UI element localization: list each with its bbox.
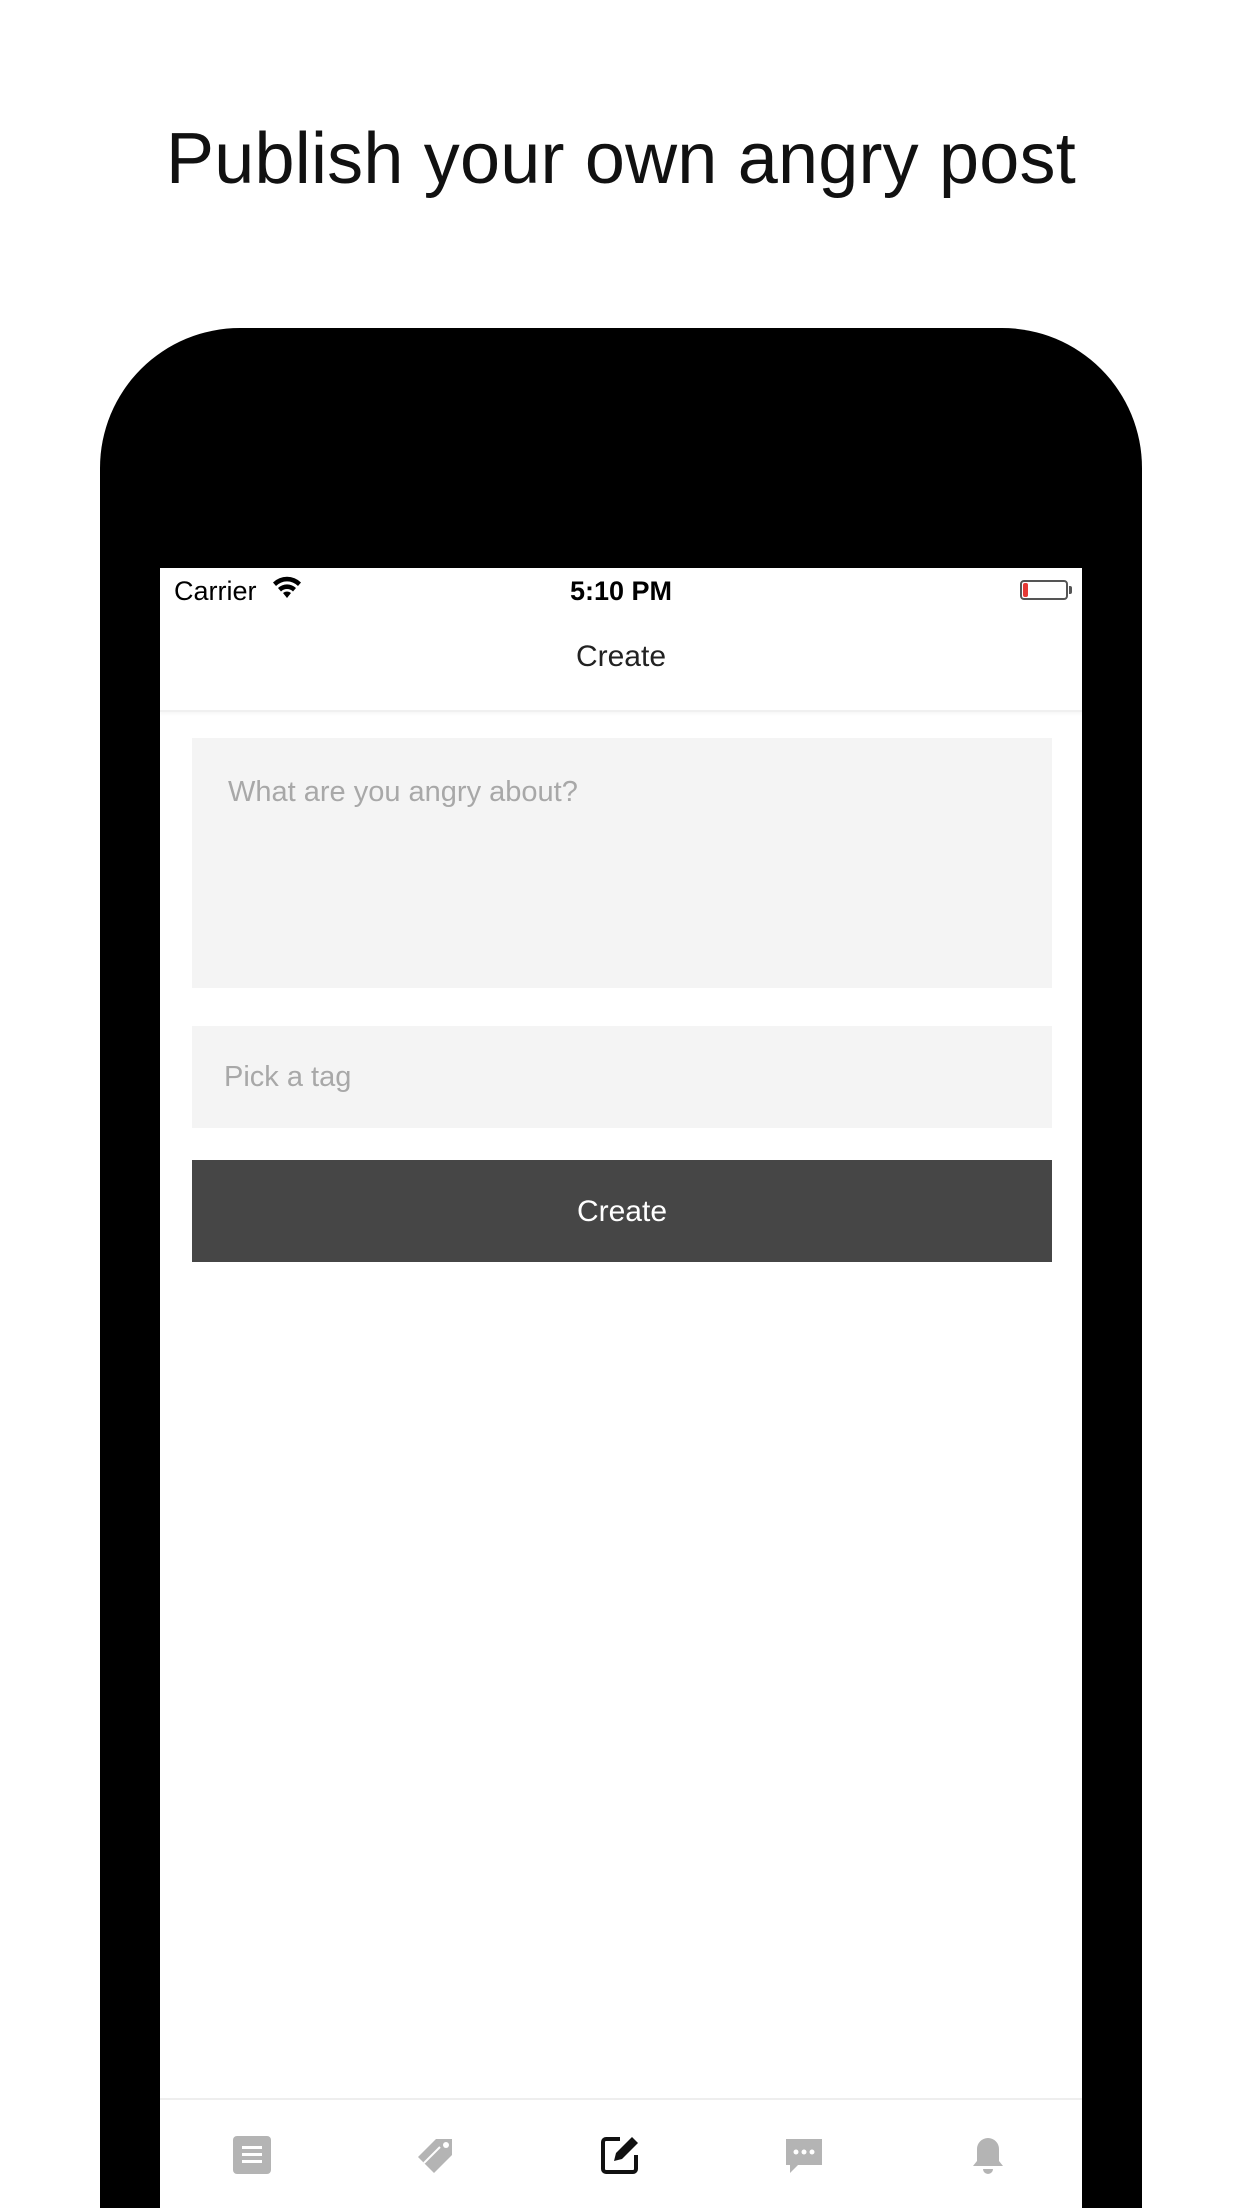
notifications-bell-icon — [973, 2138, 1003, 2174]
tab-create[interactable] — [528, 2100, 712, 2208]
battery-level — [1023, 583, 1028, 597]
phone-screen: Carrier 5:10 PM Create Pick a tag Create — [160, 568, 1082, 2208]
battery-icon — [1020, 580, 1072, 600]
marketing-headline: Publish your own angry post — [166, 119, 1076, 199]
page-title: Create — [575, 640, 667, 673]
tab-bar — [160, 2098, 1082, 2208]
messages-icon — [786, 2139, 822, 2173]
tab-posts[interactable] — [160, 2100, 344, 2208]
tab-tags[interactable] — [344, 2100, 528, 2208]
status-bar: Carrier 5:10 PM — [160, 568, 1082, 614]
post-text-input[interactable] — [192, 738, 1052, 988]
tag-picker[interactable]: Pick a tag — [192, 1026, 1052, 1128]
navigation-bar: Create — [160, 614, 1082, 712]
compose-icon — [601, 2137, 638, 2174]
tags-icon — [418, 2139, 452, 2173]
create-button[interactable]: Create — [192, 1160, 1052, 1262]
clock-time: 5:10 PM — [569, 576, 673, 606]
posts-list-icon — [233, 2136, 271, 2174]
tab-notifications[interactable] — [896, 2100, 1080, 2208]
tab-messages[interactable] — [712, 2100, 896, 2208]
app-store-screenshot: Publish your own angry post Carrier 5:10… — [0, 0, 1242, 2208]
